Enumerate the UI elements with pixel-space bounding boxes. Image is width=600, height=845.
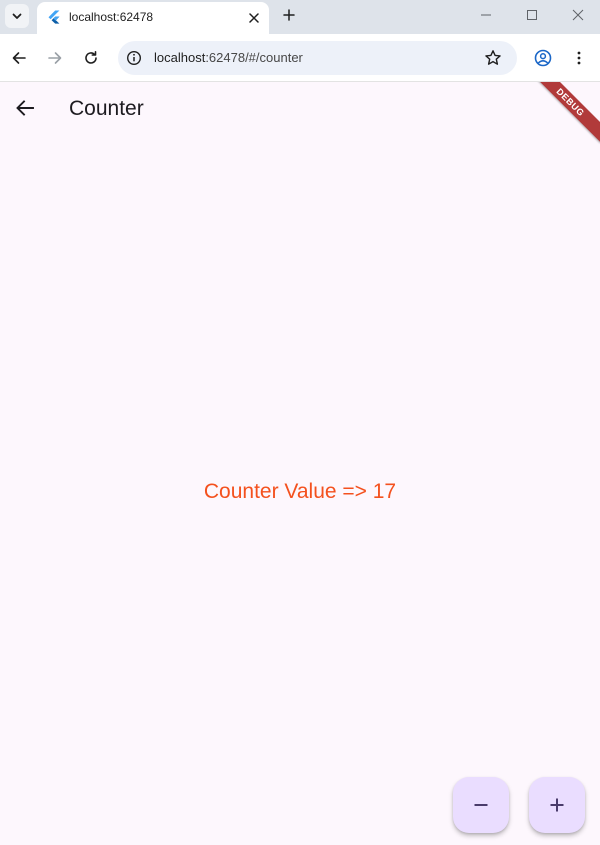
app-viewport: Counter DEBUG Counter Value => 17 bbox=[0, 82, 600, 845]
account-icon bbox=[534, 49, 552, 67]
app-bar: Counter bbox=[0, 82, 600, 138]
minimize-icon bbox=[481, 14, 491, 16]
app-back-button[interactable] bbox=[11, 94, 39, 122]
reload-icon bbox=[85, 51, 97, 64]
page-title: Counter bbox=[69, 97, 144, 120]
close-icon bbox=[249, 13, 259, 23]
arrow-right-icon bbox=[48, 52, 62, 64]
profile-button[interactable] bbox=[531, 46, 555, 70]
plus-icon bbox=[283, 9, 295, 21]
new-tab-button[interactable] bbox=[279, 5, 299, 25]
url-text: localhost:62478/#/counter bbox=[154, 50, 303, 65]
kebab-menu-icon bbox=[577, 51, 581, 65]
close-window-button[interactable] bbox=[566, 4, 590, 26]
url-host: localhost bbox=[154, 50, 206, 65]
increment-button[interactable] bbox=[529, 777, 585, 833]
minimize-button[interactable] bbox=[474, 4, 498, 26]
tab-strip: localhost:62478 bbox=[0, 0, 600, 34]
star-icon[interactable] bbox=[484, 49, 502, 67]
tab-search-button[interactable] bbox=[5, 4, 29, 28]
plus-icon bbox=[550, 798, 564, 812]
tab-title: localhost:62478 bbox=[69, 10, 154, 24]
forward-button[interactable] bbox=[43, 46, 67, 70]
flutter-icon bbox=[48, 10, 60, 24]
arrow-left-icon bbox=[12, 52, 26, 64]
arrow-back-icon bbox=[16, 100, 34, 116]
maximize-icon bbox=[527, 10, 537, 20]
info-icon[interactable] bbox=[126, 50, 142, 66]
address-bar[interactable]: localhost:62478/#/counter bbox=[118, 41, 517, 75]
browser-menu-button[interactable] bbox=[567, 46, 591, 70]
tab-close-button[interactable] bbox=[245, 9, 263, 27]
back-button[interactable] bbox=[7, 46, 31, 70]
browser-tab[interactable]: localhost:62478 bbox=[37, 2, 269, 34]
browser-toolbar: localhost:62478/#/counter bbox=[0, 34, 600, 82]
close-icon bbox=[572, 9, 584, 21]
url-path: :62478/#/counter bbox=[205, 50, 303, 65]
chevron-down-icon bbox=[12, 13, 22, 19]
decrement-button[interactable] bbox=[453, 777, 509, 833]
minus-icon bbox=[474, 804, 488, 806]
reload-button[interactable] bbox=[79, 46, 103, 70]
counter-value-text: Counter Value => 17 bbox=[203, 480, 397, 503]
maximize-button[interactable] bbox=[520, 4, 544, 26]
